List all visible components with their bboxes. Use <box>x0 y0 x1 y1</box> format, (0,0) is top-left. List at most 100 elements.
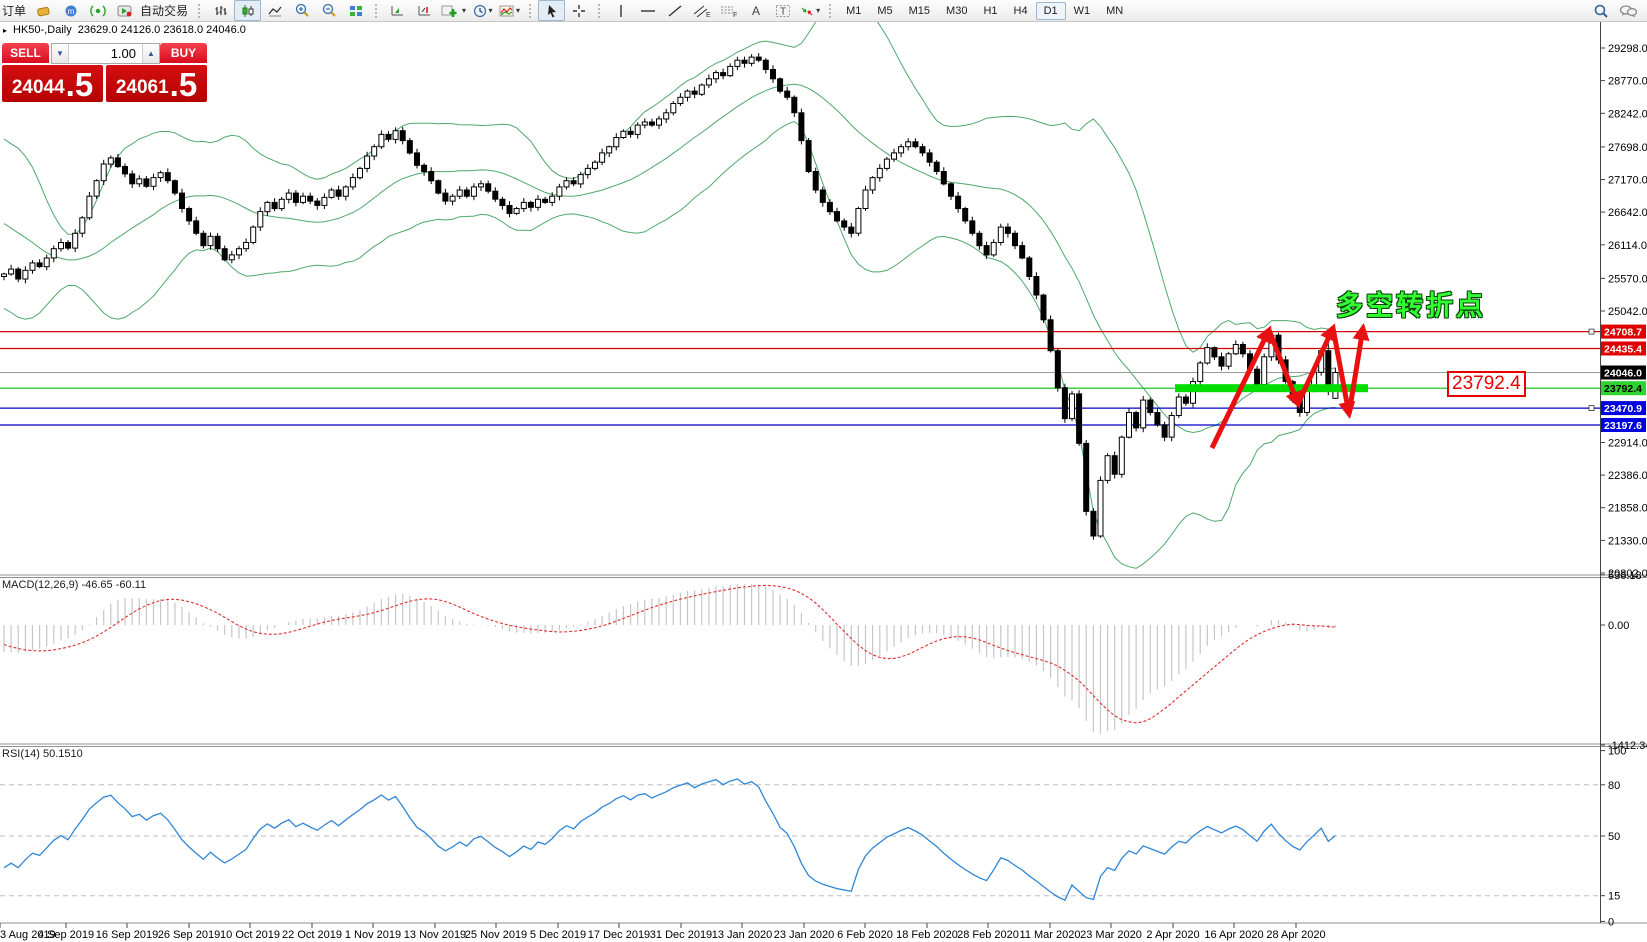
svg-text:23197.6: 23197.6 <box>1604 420 1642 432</box>
sell-price[interactable]: 24044 .5 <box>2 65 103 102</box>
tf-m1[interactable]: M1 <box>838 2 869 20</box>
arrows-icon[interactable]: ▾ <box>796 0 823 21</box>
svg-text:50: 50 <box>1608 831 1620 843</box>
svg-text:536.18: 536.18 <box>1608 570 1642 582</box>
svg-text:80: 80 <box>1608 780 1620 792</box>
buy-price-frac: .5 <box>169 66 198 103</box>
svg-text:29298.0: 29298.0 <box>1608 43 1647 55</box>
sell-button[interactable]: SELL <box>2 43 49 63</box>
community-icon[interactable]: m <box>57 0 84 21</box>
horizontal-line-icon[interactable] <box>634 0 661 21</box>
svg-text:24046.0: 24046.0 <box>1604 368 1642 380</box>
toolbar-grip <box>829 3 834 18</box>
trendline-icon[interactable] <box>661 0 688 21</box>
sell-price-frac: .5 <box>65 66 94 103</box>
add-indicator-icon[interactable]: ▾ <box>438 0 469 21</box>
svg-text:28770.0: 28770.0 <box>1608 76 1647 88</box>
tf-m15[interactable]: M15 <box>901 2 938 20</box>
chart-shift-icon[interactable] <box>411 0 438 21</box>
svg-text:27698.0: 27698.0 <box>1608 142 1647 154</box>
svg-text:18 Feb 2020: 18 Feb 2020 <box>896 929 958 941</box>
chevron-down-icon[interactable]: ▾ <box>489 6 493 15</box>
tf-d1[interactable]: D1 <box>1035 1 1066 20</box>
rsi-line <box>3 778 1336 901</box>
svg-text:16 Apr 2020: 16 Apr 2020 <box>1204 929 1263 941</box>
svg-text:25570.0: 25570.0 <box>1608 273 1647 285</box>
symbol-ohlc-line: ▸ HK50-,Daily 23629.0 24126.0 23618.0 24… <box>3 24 246 36</box>
tile-windows-icon[interactable] <box>342 0 369 21</box>
period-clock-icon[interactable]: ▾ <box>469 0 496 21</box>
svg-text:10 Oct 2019: 10 Oct 2019 <box>220 929 280 941</box>
line-chart-icon[interactable] <box>261 0 288 21</box>
volume-down-button[interactable]: ▼ <box>52 44 69 63</box>
chart-area[interactable]: 29298.0 28770.0 28242.0 27698.0 27170.0 26642… <box>0 22 1647 942</box>
svg-text:22 Oct 2019: 22 Oct 2019 <box>282 929 342 941</box>
panel-separators[interactable] <box>0 574 1647 924</box>
support-zone-segment[interactable] <box>1175 384 1368 393</box>
svg-text:17 Dec 2019: 17 Dec 2019 <box>588 929 650 941</box>
svg-text:5 Dec 2019: 5 Dec 2019 <box>530 929 586 941</box>
buy-button[interactable]: BUY <box>160 43 207 63</box>
svg-text:15: 15 <box>1608 891 1620 903</box>
zoom-in-icon[interactable] <box>288 0 315 21</box>
triangle-icon: ▸ <box>3 25 8 35</box>
text-label-icon[interactable]: T <box>769 0 796 21</box>
tf-h1[interactable]: H1 <box>975 2 1005 20</box>
bar-chart-icon[interactable] <box>207 0 234 21</box>
chart-forward-icon[interactable] <box>384 0 411 21</box>
svg-text:24435.4: 24435.4 <box>1604 344 1642 356</box>
orders-button[interactable]: 订单 <box>0 2 30 19</box>
chevron-down-icon[interactable]: ▾ <box>516 6 520 15</box>
tf-w1[interactable]: W1 <box>1066 2 1099 20</box>
svg-text:26642.0: 26642.0 <box>1608 207 1647 219</box>
toolbar-grip <box>529 3 534 18</box>
price-axis-ticks: 29298.0 28770.0 28242.0 27698.0 27170.0 26642… <box>1600 43 1647 580</box>
svg-text:0: 0 <box>1608 916 1614 928</box>
zoom-out-icon[interactable] <box>315 0 342 21</box>
chevron-down-icon[interactable]: ▾ <box>816 6 820 15</box>
svg-text:21858.0: 21858.0 <box>1608 503 1647 515</box>
svg-text:m: m <box>67 7 74 16</box>
svg-text:24708.7: 24708.7 <box>1604 327 1642 339</box>
volume-value[interactable]: 1.00 <box>69 44 142 63</box>
svg-text:0.00: 0.00 <box>1608 620 1629 632</box>
new-order-icon[interactable] <box>30 0 57 21</box>
svg-text:31 Dec 2019: 31 Dec 2019 <box>650 929 712 941</box>
tf-m30[interactable]: M30 <box>938 2 975 20</box>
toolbar-grip <box>198 3 203 18</box>
svg-text:13 Jan 2020: 13 Jan 2020 <box>712 929 773 941</box>
sell-price-main: 24044 <box>11 77 65 98</box>
volume-stepper[interactable]: ▼ 1.00 ▲ <box>51 43 160 64</box>
svg-text:26114.0: 26114.0 <box>1608 240 1647 252</box>
svg-text:T: T <box>780 6 786 17</box>
svg-text:28 Feb 2020: 28 Feb 2020 <box>957 929 1019 941</box>
crosshair-icon[interactable] <box>565 0 592 21</box>
cursor-icon[interactable] <box>538 0 566 21</box>
tf-mn[interactable]: MN <box>1098 2 1131 20</box>
price-level-label: 23792.4 <box>1447 371 1526 397</box>
signals-icon[interactable] <box>84 0 111 21</box>
turning-point-annotation: 多空转折点 <box>1336 291 1486 321</box>
equidistant-channel-icon[interactable]: E <box>688 0 715 21</box>
macd-axis-ticks: 536.180.00-1412.34 <box>1600 570 1647 752</box>
candle-chart-icon[interactable] <box>234 0 262 21</box>
volume-up-button[interactable]: ▲ <box>142 44 159 63</box>
autotrade-button[interactable]: 自动交易 <box>138 2 192 19</box>
autotrade-icon[interactable] <box>111 0 138 21</box>
search-icon[interactable] <box>1587 1 1614 22</box>
svg-text:6 Feb 2020: 6 Feb 2020 <box>837 929 893 941</box>
svg-text:28242.0: 28242.0 <box>1608 108 1647 120</box>
buy-price-main: 24061 <box>115 77 169 98</box>
templates-icon[interactable]: ▾ <box>496 0 523 21</box>
svg-text:26 Sep 2019: 26 Sep 2019 <box>158 929 220 941</box>
chat-icon[interactable] <box>1614 1 1641 22</box>
tf-m5[interactable]: M5 <box>869 2 900 20</box>
vertical-line-icon[interactable] <box>607 0 634 21</box>
text-icon[interactable]: A <box>742 0 769 21</box>
tf-h4[interactable]: H4 <box>1006 2 1036 20</box>
buy-price[interactable]: 24061 .5 <box>106 65 207 102</box>
chevron-down-icon[interactable]: ▾ <box>462 6 466 15</box>
svg-text:16 Sep 2019: 16 Sep 2019 <box>96 929 158 941</box>
fibonacci-icon[interactable]: F <box>715 0 742 21</box>
svg-text:23470.9: 23470.9 <box>1604 403 1642 415</box>
